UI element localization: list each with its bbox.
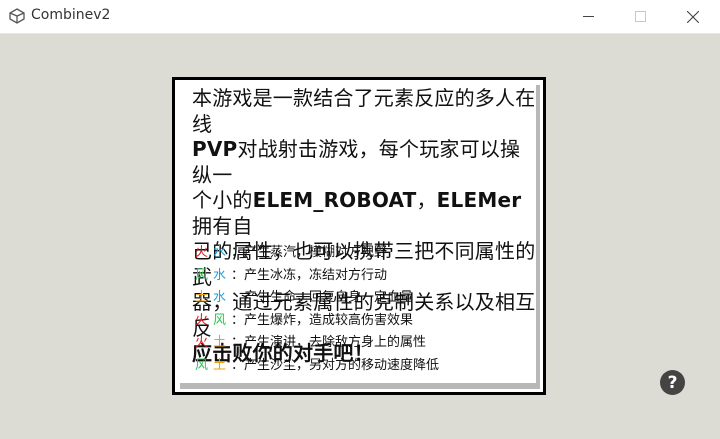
- reaction-row: 火土 ：产生演讲，去除敌方身上的属性: [195, 332, 535, 355]
- element-a: 风: [195, 357, 209, 373]
- reaction-desc: ：产生爆炸，造成较高伤害效果: [231, 312, 414, 328]
- reaction-desc: ：产生演讲，去除敌方身上的属性: [231, 335, 427, 350]
- close-button[interactable]: [670, 0, 716, 33]
- reaction-list: 火水：产生蒸汽，模糊对方视野 风水：产生冰冻，冻结对方行动 土水：产生生命，回复…: [195, 242, 535, 377]
- element-b: 土: [213, 357, 227, 373]
- help-icon: ?: [667, 372, 678, 393]
- unity-logo-icon: [9, 8, 25, 24]
- minimize-button[interactable]: [565, 0, 611, 33]
- reaction-desc: ：产生冰冻，冻结对方行动: [231, 267, 388, 283]
- reaction-row: 土水 ：产生生命，回复自身一定血量: [195, 287, 535, 310]
- intro-line: 个小的ELEM_ROBOAT，ELEMer拥有自: [192, 188, 522, 238]
- close-icon: [687, 10, 699, 23]
- element-a: 风: [195, 267, 209, 283]
- element-b: 土: [213, 335, 227, 350]
- title-bar: Combinev2: [0, 0, 720, 34]
- reaction-row: 火风：产生爆炸，造成较高伤害效果: [195, 310, 535, 333]
- element-a: 土: [195, 290, 209, 305]
- window-title: Combinev2: [31, 7, 111, 23]
- maximize-button[interactable]: [617, 0, 663, 33]
- element-b: 水: [213, 290, 227, 305]
- intro-line: PVP对战射击游戏，每个玩家可以操纵一: [192, 137, 521, 187]
- minimize-icon: [582, 11, 594, 22]
- element-a: 火: [195, 312, 209, 328]
- reaction-desc: ：产生沙尘，另对方的移动速度降低: [231, 357, 440, 373]
- pvp-label: PVP: [192, 137, 238, 161]
- maximize-icon: [634, 11, 646, 22]
- element-b: 水: [213, 267, 227, 283]
- element-b: 水: [213, 245, 227, 260]
- reaction-row: 风土：产生沙尘，另对方的移动速度降低: [195, 355, 535, 378]
- panel-shadow-bottom: [180, 383, 540, 389]
- reaction-row: 风水：产生冰冻，冻结对方行动: [195, 265, 535, 288]
- element-a: 火: [195, 245, 209, 260]
- reaction-desc: ：产生蒸汽，模糊对方视野: [231, 245, 388, 260]
- reaction-desc: ：产生生命，回复自身一定血量: [231, 290, 414, 305]
- reaction-row: 火水 ：产生蒸汽，模糊对方视野: [195, 242, 535, 265]
- player-name: ELEMer: [436, 188, 522, 212]
- element-b: 风: [213, 312, 227, 328]
- intro-line: 本游戏是一款结合了元素反应的多人在线: [192, 86, 536, 136]
- element-a: 火: [195, 335, 209, 350]
- robot-name: ELEM_ROBOAT: [252, 188, 417, 212]
- help-button[interactable]: ?: [660, 370, 685, 395]
